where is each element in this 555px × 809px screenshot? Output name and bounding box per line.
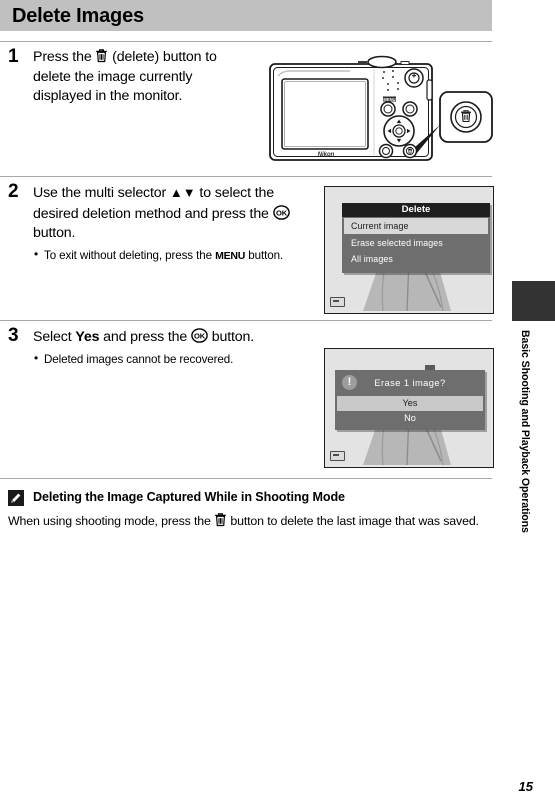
bullet-text-post: button. [245, 248, 284, 262]
step-3-text-a: Select [33, 329, 76, 345]
chapter-tab [512, 281, 555, 321]
svg-text:MENU: MENU [383, 97, 395, 102]
page-title: Delete Images [12, 5, 144, 27]
svg-text:OK: OK [276, 208, 288, 217]
trash-icon [214, 512, 227, 527]
divider-step3-note [0, 478, 492, 479]
step-3-text-c: button. [207, 329, 255, 345]
camera-illustration: Nikon MENU [262, 52, 494, 167]
svg-text:OK: OK [194, 331, 206, 340]
erase-confirm-dialog: ! Erase 1 image? Yes No [335, 370, 485, 430]
divider-step2-step3 [0, 320, 492, 321]
dialog-option-yes[interactable]: Yes [337, 396, 483, 411]
svg-text:Nikon: Nikon [318, 152, 335, 158]
ok-button-icon: OK [272, 204, 290, 221]
divider-top [0, 41, 492, 42]
step-1-text-before: Press the [33, 49, 96, 65]
menu-item-current-image[interactable]: Current image [344, 218, 488, 234]
divider-step1-step2 [0, 176, 492, 177]
menu-button-label: MENU [215, 249, 246, 262]
step-2-text-a: Use the multi selector [33, 185, 170, 201]
bullet-text-pre: To exit without deleting, press the [44, 248, 216, 262]
note-text-before: When using shooting mode, press the [8, 514, 215, 528]
step-3-bullets: Deleted images cannot be recovered. [33, 351, 293, 367]
yes-emphasis: Yes [75, 329, 100, 345]
manual-page: Delete Images 1 Press the (delete) butto… [0, 0, 555, 809]
up-down-arrows-icon: ▲▼ [169, 185, 196, 200]
battery-icon [330, 297, 345, 307]
step-3-text-b: and press the [99, 329, 191, 345]
lcd-screen-confirm-dialog: ! Erase 1 image? Yes No [324, 348, 494, 468]
delete-menu-panel: Delete Current image Erase selected imag… [342, 203, 490, 273]
menu-item-erase-selected-images[interactable]: Erase selected images [342, 235, 490, 251]
step-3-number: 3 [8, 325, 19, 346]
note-body: When using shooting mode, press the butt… [8, 512, 486, 530]
ok-button-icon: OK [191, 327, 208, 344]
dialog-message: Erase 1 image? [374, 377, 446, 388]
step-2-number: 2 [8, 181, 19, 202]
note-text-after: button to delete the last image that was… [227, 514, 479, 528]
step-2-text-c: button. [33, 225, 76, 241]
bullet-text-pre: Deleted images cannot be recovered. [44, 352, 234, 366]
lcd-screen-delete-menu: Delete Current image Erase selected imag… [324, 186, 494, 314]
battery-icon [330, 451, 345, 461]
step-2-bullets: To exit without deleting, press the MENU… [33, 247, 305, 264]
note-title: Deleting the Image Captured While in Sho… [33, 490, 345, 504]
page-number: 15 [518, 779, 533, 794]
section-header-bar: Delete Images [0, 0, 492, 31]
chapter-label: Basic Shooting and Playback Operations [519, 330, 531, 533]
dialog-header: ! Erase 1 image? [335, 370, 485, 396]
step-1-number: 1 [8, 46, 19, 67]
list-item: Deleted images cannot be recovered. [33, 351, 293, 367]
trash-icon [95, 48, 108, 63]
step-3-text: Select Yes and press the OK button. Dele… [33, 327, 293, 367]
step-1-text: Press the (delete) button to delete the … [33, 48, 251, 107]
delete-menu-title: Delete [342, 203, 490, 217]
menu-item-all-images[interactable]: All images [342, 251, 490, 267]
step-2-text: Use the multi selector ▲▼ to select the … [33, 183, 305, 264]
list-item: To exit without deleting, press the MENU… [33, 247, 305, 264]
pencil-note-icon [8, 490, 24, 506]
dialog-option-no[interactable]: No [335, 411, 485, 426]
